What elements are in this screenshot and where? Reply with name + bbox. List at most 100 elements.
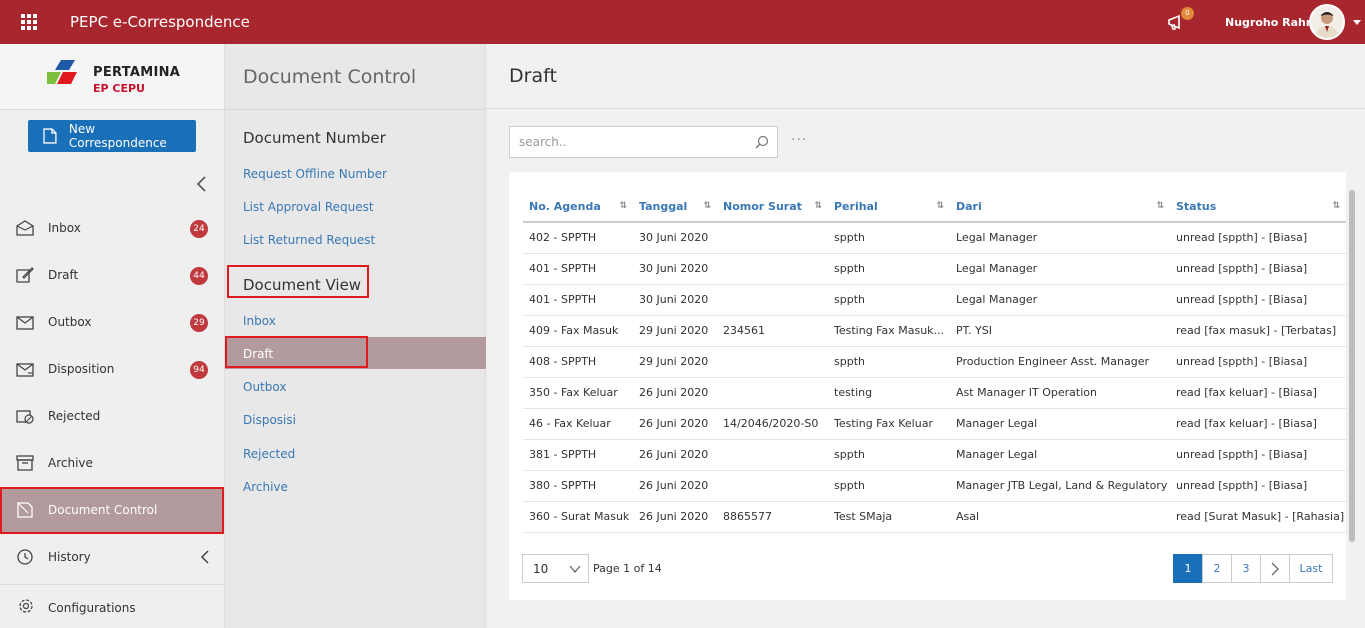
panel-title: Document Control — [243, 66, 417, 88]
cell-nomor-surat — [717, 253, 828, 285]
sidebar-nav: Inbox 24 Draft 44 Outbox 29 Disposition … — [0, 205, 224, 581]
user-name[interactable]: Nugroho Rahm — [1225, 16, 1317, 29]
sidebar-item-label: Disposition — [48, 362, 115, 376]
sort-icon: ⇅ — [814, 201, 822, 211]
cell-dari: Production Engineer Asst. Manager — [950, 346, 1170, 378]
page-button-1[interactable]: 1 — [1173, 554, 1203, 583]
app-title: PEPC e-Correspondence — [70, 13, 250, 31]
sidebar-item-label: History — [48, 550, 91, 564]
cell-nomor-surat — [717, 346, 828, 378]
cell-tanggal: 30 Juni 2020 — [633, 253, 717, 285]
cell-nomor-surat: 234561 — [717, 315, 828, 347]
brand-sub: EP CEPU — [93, 82, 145, 95]
cell-status: read [fax masuk] - [Terbatas] — [1170, 315, 1346, 347]
table-row[interactable]: 408 - SPPTH 29 Juni 2020 sppth Production E… — [523, 346, 1346, 378]
link-outbox[interactable]: Outbox — [243, 380, 286, 394]
inbox-icon — [16, 220, 34, 236]
sidebar-item-document-control[interactable]: Document Control — [0, 487, 224, 534]
sort-icon: ⇅ — [703, 201, 711, 211]
cell-status: read [fax keluar] - [Biasa] — [1170, 377, 1346, 409]
sidebar-item-archive[interactable]: Archive — [0, 440, 224, 487]
page-button-2[interactable]: 2 — [1202, 554, 1232, 583]
cell-status: unread [sppth] - [Biasa] — [1170, 284, 1346, 316]
column-header-dari[interactable]: Dari ⇅ — [950, 192, 1170, 223]
link-rejected[interactable]: Rejected — [243, 447, 295, 461]
disposition-icon — [16, 363, 34, 377]
table-header-row: No. Agenda ⇅ Tanggal ⇅ Nomor Surat ⇅ Periha… — [523, 192, 1346, 223]
more-options-icon[interactable]: ··· — [791, 132, 807, 148]
top-bar: PEPC e-Correspondence 0 Nugroho Rahm — [0, 0, 1365, 44]
link-list-returned-request[interactable]: List Returned Request — [243, 233, 375, 247]
page-info: Page 1 of 14 — [593, 562, 662, 575]
search-input[interactable] — [510, 127, 740, 157]
cell-perihal: sppth — [828, 470, 950, 502]
column-header-status[interactable]: Status ⇅ — [1170, 192, 1346, 223]
cell-perihal: sppth — [828, 253, 950, 285]
sidebar-item-inbox[interactable]: Inbox 24 — [0, 205, 224, 252]
sidebar-item-disposition[interactable]: Disposition 94 — [0, 346, 224, 393]
chevron-down-icon — [569, 565, 581, 574]
column-header-no-agenda[interactable]: No. Agenda ⇅ — [523, 192, 633, 223]
new-correspondence-button[interactable]: New Correspondence — [28, 120, 196, 152]
link-list-approval-request[interactable]: List Approval Request — [243, 200, 374, 214]
sidebar-item-draft[interactable]: Draft 44 — [0, 252, 224, 299]
link-request-offline-number[interactable]: Request Offline Number — [243, 167, 387, 181]
column-header-nomor-surat[interactable]: Nomor Surat ⇅ — [717, 192, 828, 223]
sidebar-item-outbox[interactable]: Outbox 29 — [0, 299, 224, 346]
cell-no-agenda: 401 - SPPTH — [523, 284, 633, 316]
sidebar-item-rejected[interactable]: Rejected — [0, 393, 224, 440]
collapse-sidebar-chevron-icon[interactable] — [195, 176, 209, 192]
cell-status: unread [sppth] - [Biasa] — [1170, 439, 1346, 471]
table-row[interactable]: 401 - SPPTH 30 Juni 2020 sppth Legal Manage… — [523, 253, 1346, 285]
main-content: Draft ··· No. Agenda⇅ Tanggal⇅ Nomor Sur… — [486, 44, 1365, 628]
divider — [225, 109, 486, 110]
search-icon[interactable] — [755, 135, 769, 149]
cell-tanggal: 26 Juni 2020 — [633, 377, 717, 409]
table-row[interactable]: 409 - Fax Masuk 29 Juni 2020 234561 Testing… — [523, 315, 1346, 347]
app-grid-icon[interactable] — [21, 14, 37, 30]
notification-badge: 0 — [1181, 7, 1194, 20]
cell-dari: Ast Manager IT Operation — [950, 377, 1170, 409]
sidebar-item-history[interactable]: History — [0, 534, 224, 581]
highlight-box — [225, 336, 368, 368]
pagination: 1 2 3 Last — [1173, 554, 1333, 583]
column-header-perihal[interactable]: Perihal ⇅ — [828, 192, 950, 223]
chevron-right-icon — [1271, 562, 1279, 576]
scrollbar[interactable] — [1349, 190, 1355, 542]
last-page-button[interactable]: Last — [1289, 554, 1333, 583]
table-row[interactable]: 360 - Surat Masuk 26 Juni 2020 8865577 Test… — [523, 501, 1346, 533]
cell-tanggal: 30 Juni 2020 — [633, 284, 717, 316]
table-row[interactable]: 401 - SPPTH 30 Juni 2020 sppth Legal Manage… — [523, 284, 1346, 316]
page-button-3[interactable]: 3 — [1231, 554, 1261, 583]
next-page-button[interactable] — [1260, 554, 1290, 583]
cell-tanggal: 26 Juni 2020 — [633, 439, 717, 471]
link-archive[interactable]: Archive — [243, 480, 288, 494]
table-row[interactable]: 402 - SPPTH 30 Juni 2020 sppth Legal Manage… — [523, 222, 1346, 254]
link-disposisi[interactable]: Disposisi — [243, 413, 296, 427]
column-header-tanggal[interactable]: Tanggal ⇅ — [633, 192, 717, 223]
cell-nomor-surat — [717, 470, 828, 502]
table-row[interactable]: 381 - SPPTH 26 Juni 2020 sppth Manager Lega… — [523, 439, 1346, 471]
cell-nomor-surat — [717, 377, 828, 409]
avatar[interactable] — [1309, 4, 1345, 40]
chevron-left-icon[interactable] — [200, 550, 210, 564]
cell-no-agenda: 409 - Fax Masuk — [523, 315, 633, 347]
link-inbox[interactable]: Inbox — [243, 314, 276, 328]
sidebar-item-label: Outbox — [48, 315, 92, 329]
table-row[interactable]: 46 - Fax Keluar 26 Juni 2020 14/2046/2020-… — [523, 408, 1346, 440]
table-row[interactable]: 380 - SPPTH 26 Juni 2020 sppth Manager JTB … — [523, 470, 1346, 502]
document-control-panel: Document Control Document Number Request… — [225, 44, 486, 628]
count-badge: 24 — [190, 220, 208, 238]
cell-dari: Manager Legal — [950, 439, 1170, 471]
cell-status: read [fax keluar] - [Biasa] — [1170, 408, 1346, 440]
page-size-select[interactable]: 10 — [522, 554, 589, 583]
document-control-icon — [17, 502, 33, 518]
table-row[interactable]: 350 - Fax Keluar 26 Juni 2020 testing Ast M… — [523, 377, 1346, 409]
table-body: 402 - SPPTH 30 Juni 2020 sppth Legal Manage… — [523, 222, 1346, 533]
sidebar-item-label: Archive — [48, 456, 93, 470]
sidebar-item-configurations[interactable]: Configurations — [0, 584, 224, 628]
gear-icon — [19, 599, 33, 613]
count-badge: 94 — [190, 361, 208, 379]
user-menu-caret-icon[interactable] — [1353, 20, 1361, 25]
cell-status: unread [sppth] - [Biasa] — [1170, 222, 1346, 254]
